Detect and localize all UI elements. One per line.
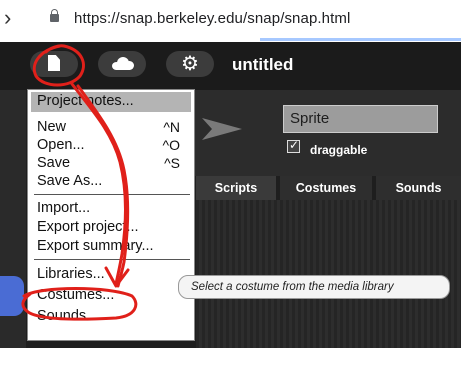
url-field[interactable]: https://snap.berkeley.edu/snap/snap.html	[74, 10, 350, 27]
tab-costumes[interactable]: Costumes	[280, 176, 372, 200]
menu-item-save[interactable]: Save	[37, 155, 70, 171]
menu-item-open[interactable]: Open...	[37, 137, 85, 153]
menu-item-project-notes[interactable]: Project notes...	[37, 93, 134, 109]
gear-icon: ⚙	[181, 53, 199, 75]
snap-topbar: ⚙ untitled	[0, 42, 461, 90]
menu-item-export-summary[interactable]: Export summary...	[37, 238, 154, 254]
menu-item-sounds[interactable]: Sounds...	[37, 308, 98, 324]
tooltip-text: Select a costume from the media library	[191, 281, 394, 293]
file-icon	[48, 55, 60, 71]
shortcut-open: ^O	[162, 137, 180, 153]
lock-icon[interactable]	[50, 9, 59, 25]
settings-button[interactable]: ⚙	[166, 51, 214, 77]
project-title: untitled	[232, 55, 294, 74]
url-underline	[260, 38, 461, 41]
sprite-name-value: Sprite	[290, 110, 330, 127]
palette-block[interactable]	[0, 276, 24, 316]
back-arrow-icon[interactable]: ›	[4, 6, 11, 30]
menu-item-export-project[interactable]: Export project...	[37, 219, 139, 235]
sprite-arrow-icon	[202, 118, 242, 140]
draggable-checkbox[interactable]: ✓	[287, 138, 300, 153]
tab-sounds[interactable]: Sounds	[376, 176, 461, 200]
palette-number: 15	[0, 350, 16, 367]
draggable-label: draggable	[310, 143, 368, 157]
tab-scripts[interactable]: Scripts	[196, 176, 276, 200]
menu-separator	[34, 194, 190, 195]
script-area[interactable]	[196, 200, 461, 348]
sprite-name-field[interactable]: Sprite	[283, 105, 438, 133]
file-menu-button[interactable]	[30, 51, 78, 77]
menu-item-import[interactable]: Import...	[37, 200, 90, 216]
file-menu: Project notes... New ^N Open... ^O Save …	[28, 90, 194, 340]
shortcut-new: ^N	[163, 119, 180, 135]
cloud-icon	[112, 57, 134, 70]
browser-address-bar: › https://snap.berkeley.edu/snap/snap.ht…	[0, 0, 461, 42]
menu-item-save-as[interactable]: Save As...	[37, 173, 102, 189]
menu-item-new[interactable]: New	[37, 119, 66, 135]
menu-separator	[34, 259, 190, 260]
cloud-button[interactable]	[98, 51, 146, 77]
costumes-tooltip: Select a costume from the media library	[178, 275, 450, 299]
menu-item-costumes[interactable]: Costumes...	[37, 287, 114, 303]
menu-item-libraries[interactable]: Libraries...	[37, 266, 105, 282]
shortcut-save: ^S	[164, 155, 180, 171]
block-palette[interactable]: 15	[0, 90, 26, 367]
